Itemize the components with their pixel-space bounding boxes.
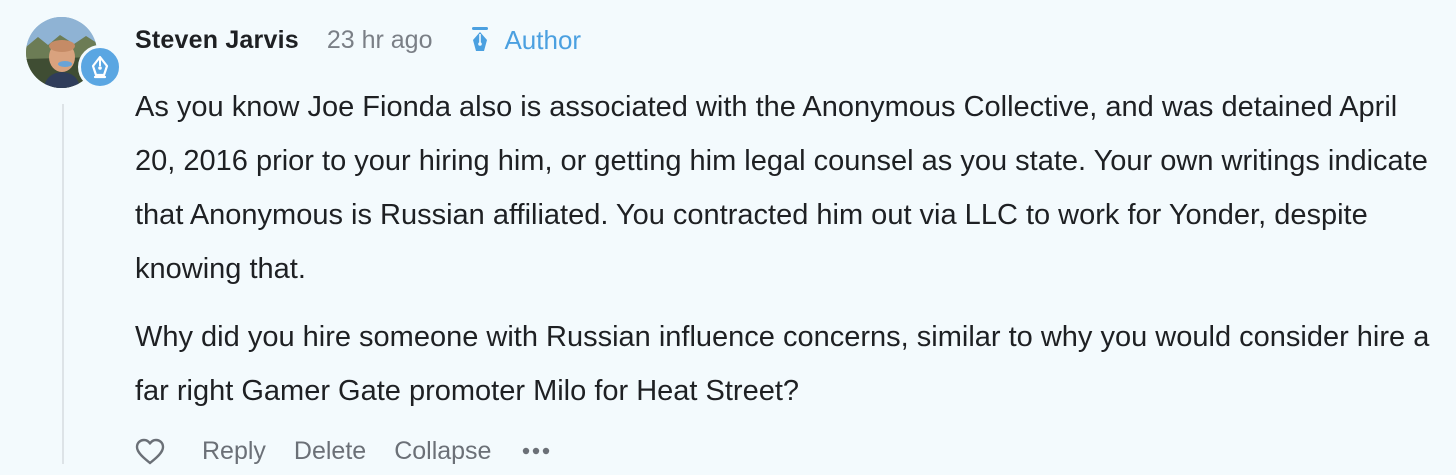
thread-collapse-line[interactable] (62, 104, 64, 464)
heart-icon[interactable] (135, 437, 165, 465)
comment: Steven Jarvis 23 hr ago Author As you kn… (0, 0, 1456, 475)
comment-paragraph: Why did you hire someone with Russian in… (135, 321, 1430, 407)
ellipsis-icon[interactable] (522, 436, 550, 466)
author-pen-badge (78, 45, 122, 89)
comment-paragraph: As you know Joe Fionda also is associate… (135, 91, 1428, 285)
author-name[interactable]: Steven Jarvis (135, 26, 299, 55)
author-badge-label: Author (504, 24, 582, 55)
comment-header: Steven Jarvis 23 hr ago Author (135, 20, 581, 60)
fountain-pen-icon (468, 25, 492, 55)
comment-timestamp[interactable]: 23 hr ago (327, 26, 433, 55)
delete-button[interactable]: Delete (294, 437, 366, 466)
reply-button[interactable]: Reply (202, 437, 266, 466)
comment-actions: Reply Delete Collapse (135, 431, 550, 471)
fountain-pen-icon (91, 55, 109, 79)
collapse-button[interactable]: Collapse (394, 437, 491, 466)
avatar-container[interactable] (26, 17, 122, 93)
author-badge: Author (468, 25, 581, 56)
comment-body: As you know Joe Fionda also is associate… (135, 80, 1435, 432)
